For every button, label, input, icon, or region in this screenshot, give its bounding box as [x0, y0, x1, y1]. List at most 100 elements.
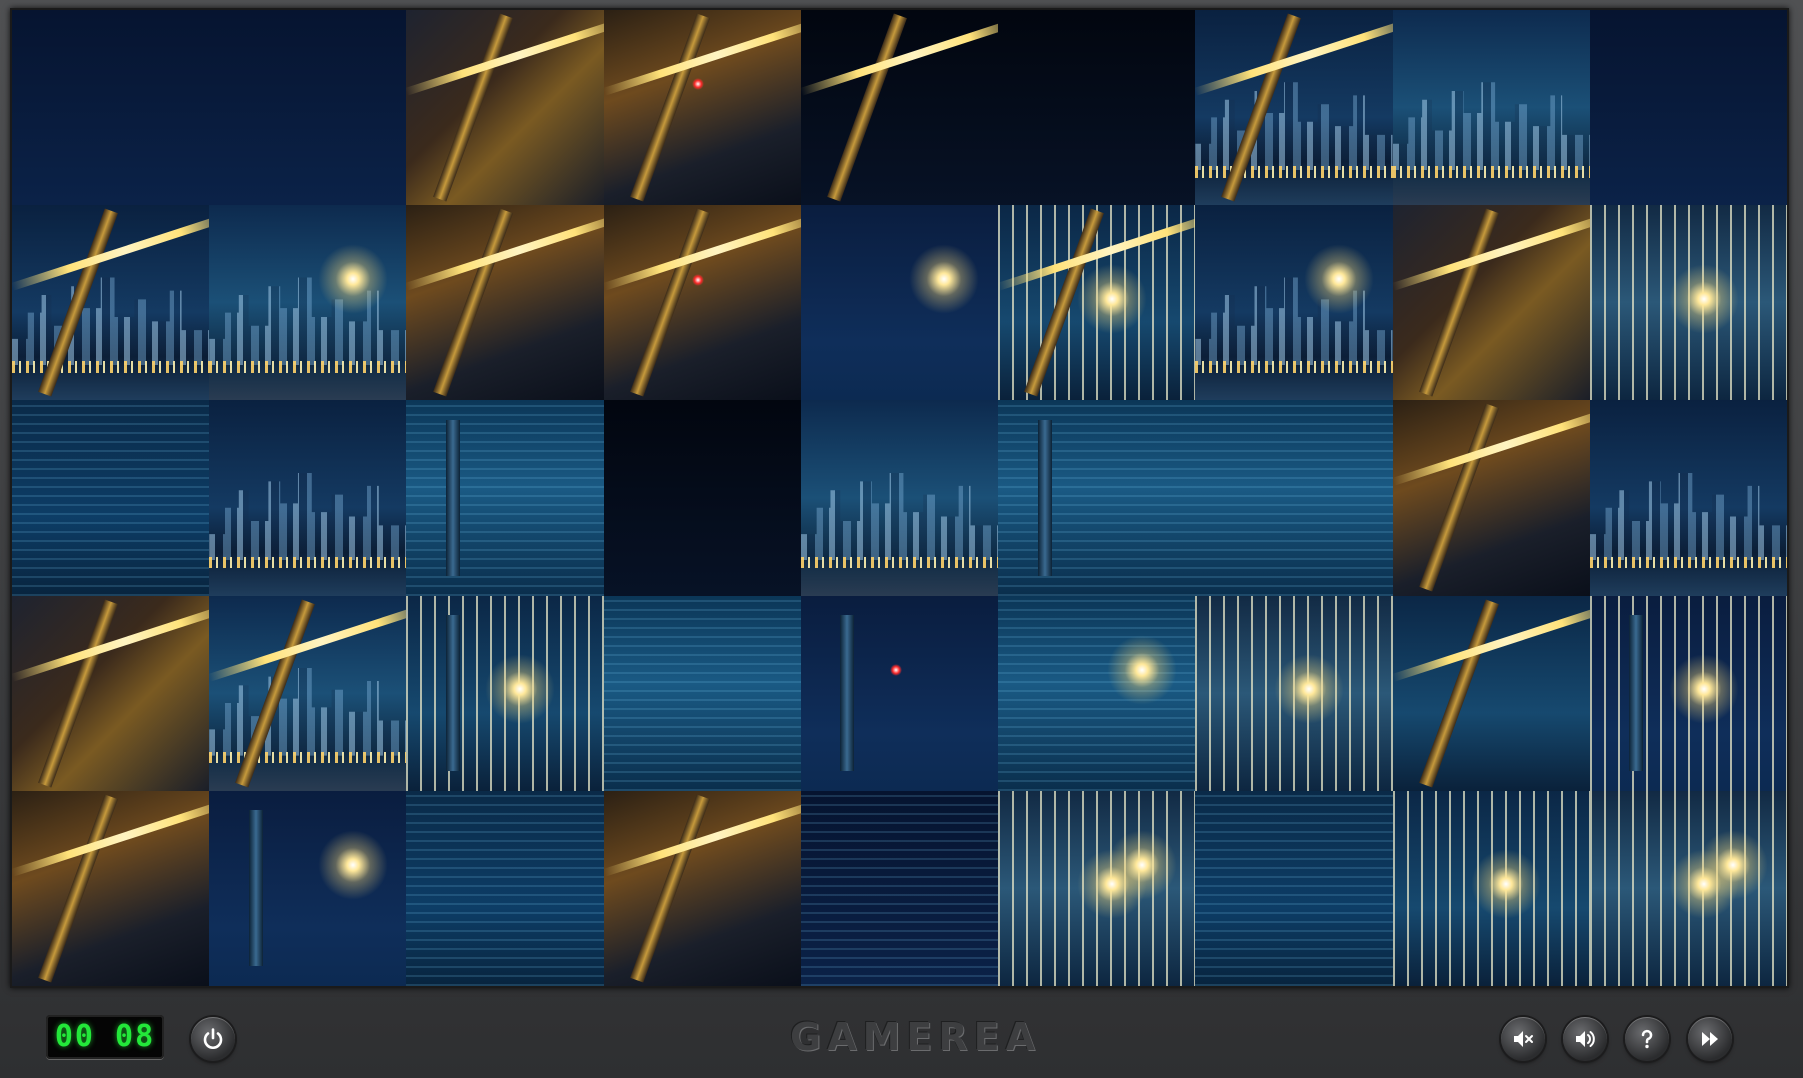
puzzle-tile[interactable] — [603, 205, 801, 401]
puzzle-tile[interactable] — [800, 400, 999, 596]
skip-button[interactable] — [1688, 1017, 1732, 1061]
glow-decor — [485, 654, 556, 725]
skyline-decor — [1195, 82, 1393, 171]
power-button[interactable] — [191, 1017, 235, 1061]
lights-decor — [1195, 361, 1393, 374]
puzzle-tile[interactable] — [12, 790, 210, 986]
glow-decor — [317, 829, 388, 900]
reflect-decor — [12, 400, 210, 596]
mute-icon — [1514, 1031, 1533, 1047]
girder-decor — [629, 794, 710, 983]
reflect-decor — [1195, 400, 1393, 596]
glow-decor — [1106, 634, 1177, 705]
puzzle-tile[interactable] — [1392, 595, 1590, 791]
puzzle-tile[interactable] — [1392, 205, 1590, 401]
puzzle-tile[interactable] — [406, 10, 604, 206]
puzzle-tile[interactable] — [406, 205, 604, 401]
puzzle-tile[interactable] — [998, 790, 1196, 986]
gamerea-logo: GAMEREA — [790, 1015, 1041, 1059]
girder-decor — [432, 208, 513, 397]
help-button[interactable] — [1625, 1017, 1669, 1061]
skyline-decor — [800, 472, 999, 561]
puzzle-tile[interactable] — [1195, 790, 1393, 986]
puzzle-tile[interactable] — [1589, 790, 1787, 986]
puzzle-tile[interactable] — [12, 10, 210, 206]
mute-button[interactable] — [1501, 1017, 1545, 1061]
puzzle-tile[interactable] — [209, 595, 407, 791]
puzzle-tile[interactable] — [1392, 400, 1590, 596]
puzzle-tile[interactable] — [209, 205, 407, 401]
puzzle-tile[interactable] — [603, 790, 801, 986]
red-decor — [692, 273, 705, 286]
puzzle-tile[interactable] — [998, 400, 1196, 596]
girder-decor — [38, 794, 119, 983]
skyline-decor — [209, 472, 407, 561]
puzzle-tile[interactable] — [209, 10, 407, 206]
lights-decor — [800, 556, 999, 569]
reflect-decor — [1195, 790, 1393, 986]
red-decor — [889, 663, 902, 676]
puzzle-tile[interactable] — [12, 205, 210, 401]
volume-icon — [1576, 1031, 1595, 1047]
lights-decor — [209, 556, 407, 569]
reflect-decor — [603, 595, 801, 791]
puzzle-board[interactable] — [12, 10, 1787, 986]
puzzle-tile[interactable] — [209, 790, 407, 986]
volume-button[interactable] — [1563, 1017, 1607, 1061]
girder-decor — [1418, 403, 1499, 593]
help-icon — [1641, 1029, 1653, 1049]
puzzle-tile[interactable] — [998, 595, 1196, 791]
girder-decor — [840, 615, 855, 772]
girder-decor — [445, 615, 460, 772]
reflect-decor — [406, 790, 604, 986]
puzzle-tile[interactable] — [1589, 400, 1787, 596]
puzzle-tile[interactable] — [603, 10, 801, 206]
skyline-decor — [1589, 472, 1787, 561]
timer-display: 00 08 — [46, 1015, 164, 1059]
girder-decor — [827, 13, 907, 202]
puzzle-tile[interactable] — [1195, 10, 1393, 206]
glow-decor — [1274, 654, 1345, 725]
reflect-decor — [998, 400, 1196, 596]
puzzle-tile[interactable] — [800, 10, 999, 206]
puzzle-tile[interactable] — [800, 595, 999, 791]
puzzle-tile[interactable] — [12, 400, 210, 596]
girder-decor — [1418, 599, 1499, 788]
puzzle-tile[interactable] — [1589, 10, 1787, 206]
puzzle-tile[interactable] — [1392, 790, 1590, 986]
puzzle-tile[interactable] — [998, 10, 1196, 206]
lights-decor — [1195, 166, 1393, 178]
puzzle-tile[interactable] — [406, 400, 604, 596]
puzzle-tile[interactable] — [1195, 400, 1393, 596]
girder-decor — [432, 13, 513, 202]
puzzle-tile[interactable] — [1589, 205, 1787, 401]
girder-decor — [445, 419, 460, 577]
girder-decor — [38, 599, 119, 788]
puzzle-tile[interactable] — [1195, 595, 1393, 791]
fast-forward-icon — [1702, 1032, 1718, 1046]
skyline-decor — [209, 667, 407, 756]
puzzle-tile[interactable] — [603, 400, 801, 596]
puzzle-tile[interactable] — [209, 400, 407, 596]
lights-decor — [1392, 166, 1590, 178]
puzzle-tile[interactable] — [800, 790, 999, 986]
girder-decor — [629, 13, 710, 202]
lights-decor — [1589, 556, 1787, 569]
red-decor — [692, 78, 705, 91]
puzzle-tile[interactable] — [1392, 10, 1590, 206]
puzzle-tile[interactable] — [998, 205, 1196, 401]
puzzle-tile[interactable] — [12, 595, 210, 791]
girder-decor — [1418, 208, 1499, 397]
puzzle-tile[interactable] — [1589, 595, 1787, 791]
puzzle-tile[interactable] — [406, 595, 604, 791]
puzzle-tile[interactable] — [406, 790, 604, 986]
lights-decor — [209, 751, 407, 764]
skyline-decor — [12, 277, 210, 366]
puzzle-tile[interactable] — [1195, 205, 1393, 401]
glow-decor — [1076, 263, 1147, 334]
reflect-decor — [800, 790, 999, 986]
puzzle-tile[interactable] — [603, 595, 801, 791]
puzzle-tile[interactable] — [800, 205, 999, 401]
lights-decor — [209, 361, 407, 374]
glow-decor — [1698, 829, 1769, 900]
